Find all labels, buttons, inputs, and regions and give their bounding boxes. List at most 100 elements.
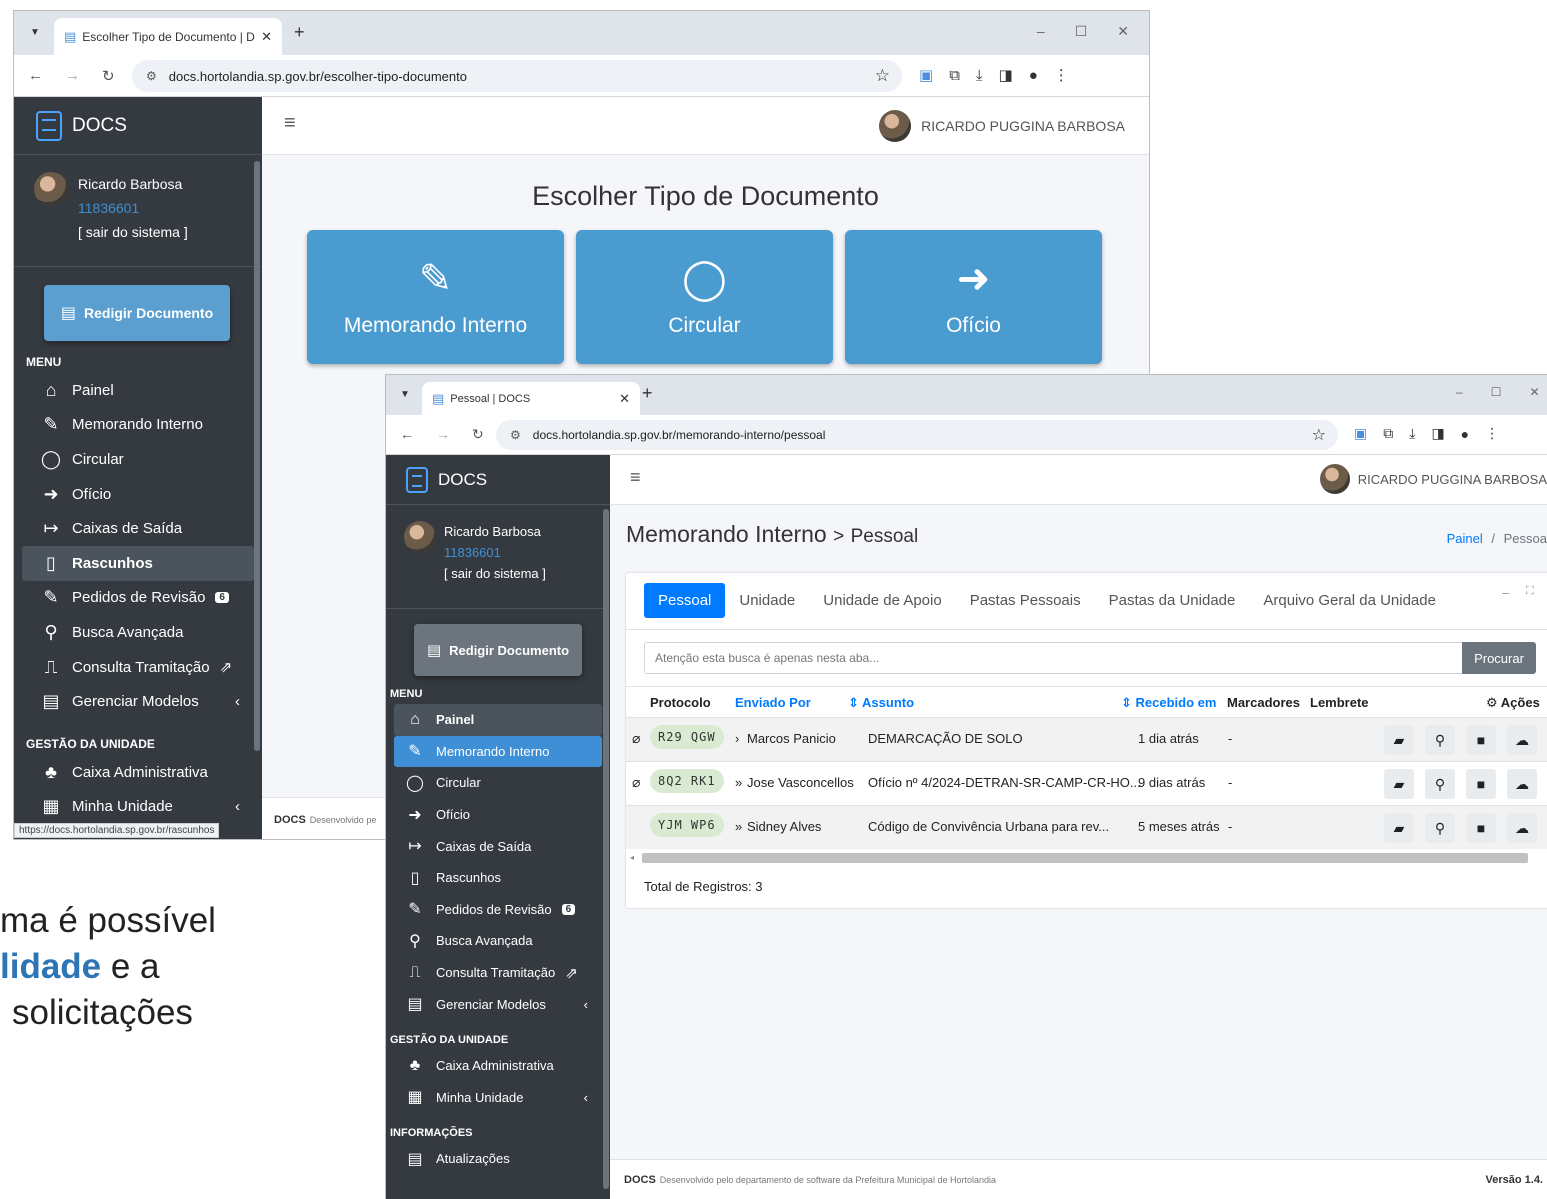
procurar-button[interactable]: Procurar bbox=[1462, 642, 1536, 674]
new-tab-icon-2[interactable]: + bbox=[642, 383, 653, 404]
protocol-badge[interactable]: YJM WP6 bbox=[650, 813, 724, 837]
sidebar-item-caixas-de-saida[interactable]: ↦ Caixas de Saída bbox=[22, 511, 254, 546]
back-icon[interactable]: ← bbox=[28, 67, 43, 85]
sidebar-item-oficio[interactable]: ➜ Ofício bbox=[22, 477, 254, 512]
back-icon-2[interactable]: ← bbox=[400, 426, 414, 443]
bookmark-star-icon-2[interactable]: ☆ bbox=[1312, 425, 1326, 445]
sidebar-item-atualizacoes[interactable]: ▤ Atualizações bbox=[394, 1143, 602, 1175]
card-circular[interactable]: ◯ Circular bbox=[576, 230, 833, 364]
download-icon-2[interactable]: ⤓ bbox=[1409, 425, 1415, 442]
avatar-2[interactable] bbox=[404, 521, 436, 553]
protocol-badge[interactable]: 8Q2 RK1 bbox=[650, 769, 724, 793]
url-field-2[interactable]: ⚙ docs.hortolandia.sp.gov.br/memorando-i… bbox=[496, 420, 1338, 450]
sidebar-item-memorando-interno[interactable]: ✎ Memorando Interno bbox=[394, 735, 602, 768]
logout-link-2[interactable]: [ sair do sistema ] bbox=[444, 563, 546, 584]
sidebar-item-painel[interactable]: ⌂ Painel bbox=[394, 704, 602, 736]
sidebar-item-consulta-tramitacao[interactable]: ⎍ Consulta Tramitação ⇗ bbox=[394, 957, 602, 989]
tab-unidade[interactable]: Unidade bbox=[725, 583, 809, 618]
brand-2[interactable]: DOCS bbox=[386, 455, 610, 505]
site-info-icon-2[interactable]: ⚙ bbox=[510, 428, 521, 442]
collapse-icon[interactable]: – bbox=[1502, 585, 1509, 600]
search-icon[interactable]: ⚲ bbox=[1425, 725, 1455, 755]
reload-icon-2[interactable]: ↻ bbox=[472, 426, 484, 443]
col-marcadores[interactable]: Marcadores bbox=[1227, 695, 1300, 710]
brand[interactable]: DOCS bbox=[14, 97, 262, 155]
user-name[interactable]: Ricardo Barbosa bbox=[78, 172, 188, 196]
url-field[interactable]: ⚙ docs.hortolandia.sp.gov.br/escolher-ti… bbox=[132, 60, 902, 92]
horizontal-scrollbar[interactable] bbox=[642, 853, 1528, 863]
col-enviado-por[interactable]: Enviado Por bbox=[735, 695, 811, 710]
close-tab-icon[interactable]: ✕ bbox=[261, 29, 272, 45]
sidebar-item-busca-avancada[interactable]: ⚲ Busca Avançada bbox=[22, 615, 254, 650]
forward-icon[interactable]: → bbox=[65, 67, 80, 85]
sidebar-item-rascunhos[interactable]: ▯ Rascunhos bbox=[22, 545, 254, 581]
protocol-badge[interactable]: R29 QGW bbox=[650, 725, 724, 749]
tab-search-icon[interactable]: ▼ bbox=[30, 27, 40, 38]
tab-arquivo-geral-da-unidade[interactable]: Arquivo Geral da Unidade bbox=[1249, 583, 1450, 618]
top-user-2[interactable]: RICARDO PUGGINA BARBOSA bbox=[1319, 464, 1547, 494]
sidebar-item-pedidos-de-revisao[interactable]: ✎ Pedidos de Revisão 6 bbox=[22, 581, 254, 616]
minimize-icon-2[interactable]: – bbox=[1456, 385, 1463, 399]
redigir-documento-button-2[interactable]: ▤ Redigir Documento bbox=[414, 624, 582, 676]
sidebar-item-caixa-administrativa[interactable]: ♣ Caixa Administrativa bbox=[394, 1050, 602, 1082]
sidebar-item-memorando-interno[interactable]: ✎ Memorando Interno bbox=[22, 408, 254, 443]
tab-pastas-da-unidade[interactable]: Pastas da Unidade bbox=[1095, 583, 1250, 618]
sidebar-scrollbar-2[interactable] bbox=[603, 509, 609, 1189]
bookmark-star-icon[interactable]: ☆ bbox=[875, 66, 890, 86]
sidebar-item-oficio[interactable]: ➜ Ofício bbox=[394, 799, 602, 831]
profile-icon-2[interactable]: ● bbox=[1461, 426, 1469, 442]
new-tab-icon[interactable]: + bbox=[294, 22, 305, 43]
sidebar-item-busca-avancada[interactable]: ⚲ Busca Avançada bbox=[394, 925, 602, 957]
subject[interactable]: Código de Convivência Urbana para rev... bbox=[868, 819, 1109, 834]
tab-pastas-pessoais[interactable]: Pastas Pessoais bbox=[956, 583, 1095, 618]
sidebar-item-pedidos-de-revisao[interactable]: ✎ Pedidos de Revisão 6 bbox=[394, 894, 602, 926]
search-icon[interactable]: ⚲ bbox=[1425, 813, 1455, 843]
sidebar-item-circular[interactable]: ◯ Circular bbox=[394, 767, 602, 799]
tab-unidade-de-apoio[interactable]: Unidade de Apoio bbox=[809, 583, 955, 618]
menu-kebab-icon[interactable]: ⋮ bbox=[1054, 66, 1069, 84]
sidebar-item-gerenciar-modelos[interactable]: ▤ Gerenciar Modelos ‹ bbox=[22, 684, 254, 719]
card-memo[interactable]: ✎ Memorando Interno bbox=[307, 230, 564, 364]
close-tab-icon-2[interactable]: ✕ bbox=[619, 391, 630, 407]
extensions-icon-2[interactable]: ⧉ bbox=[1383, 425, 1393, 442]
sidebar-item-consulta-tramitacao[interactable]: ⎍ Consulta Tramitação ⇗ bbox=[22, 650, 254, 685]
browser-tab[interactable]: ▤ Escolher Tipo de Documento | D ✕ bbox=[54, 18, 282, 55]
sidepanel-icon-2[interactable]: ◨ bbox=[1431, 425, 1444, 442]
sidepanel-icon[interactable]: ◨ bbox=[999, 66, 1013, 84]
sidebar-item-caixa-administrativa[interactable]: ♣ Caixa Administrativa bbox=[22, 755, 254, 790]
cloud-upload-icon[interactable]: ☁ bbox=[1507, 769, 1537, 799]
sidebar-item-caixas-de-saida[interactable]: ↦ Caixas de Saída bbox=[394, 830, 602, 862]
sidebar-item-gerenciar-modelos[interactable]: ▤ Gerenciar Modelos ‹ bbox=[394, 988, 602, 1020]
redigir-documento-button[interactable]: ▤ Redigir Documento bbox=[44, 285, 230, 341]
profile-icon[interactable]: ● bbox=[1029, 67, 1038, 84]
tab-search-icon-2[interactable]: ▼ bbox=[400, 389, 410, 400]
avatar[interactable] bbox=[34, 172, 68, 206]
close-window-icon-2[interactable]: ✕ bbox=[1529, 385, 1539, 399]
close-window-icon[interactable]: ✕ bbox=[1117, 23, 1129, 40]
card-oficio[interactable]: ➜ Ofício bbox=[845, 230, 1102, 364]
logout-link[interactable]: [ sair do sistema ] bbox=[78, 220, 188, 244]
cloud-upload-icon[interactable]: ☁ bbox=[1507, 725, 1537, 755]
table-row[interactable]: ⌀ R29 QGW › Marcos Panicio DEMARCAÇÃO DE SOL… bbox=[626, 717, 1547, 761]
search-input[interactable]: Atenção esta busca é apenas nesta aba... bbox=[644, 642, 1464, 674]
table-row[interactable]: YJM WP6 » Sidney Alves Código de Convivênci… bbox=[626, 805, 1547, 849]
sidebar-scrollbar[interactable] bbox=[254, 161, 260, 751]
site-info-icon[interactable]: ⚙ bbox=[146, 69, 157, 83]
search-icon[interactable]: ⚲ bbox=[1425, 769, 1455, 799]
maximize-icon[interactable]: ☐ bbox=[1075, 23, 1088, 40]
breadcrumb-painel[interactable]: Painel bbox=[1447, 531, 1483, 546]
note-icon[interactable]: ■ bbox=[1466, 769, 1496, 799]
translate-icon[interactable]: ▣ bbox=[919, 66, 933, 84]
maximize-icon-2[interactable]: ☐ bbox=[1491, 385, 1502, 399]
folder-icon[interactable]: ▰ bbox=[1384, 769, 1414, 799]
extensions-icon[interactable]: ⧉ bbox=[949, 67, 960, 84]
table-row[interactable]: ⌀ 8Q2 RK1 » Jose Vasconcellos Ofício nº 4/20… bbox=[626, 761, 1547, 805]
browser-tab-2[interactable]: ▤ Pessoal | DOCS ✕ bbox=[422, 382, 640, 415]
subject[interactable]: Ofício nº 4/2024-DETRAN-SR-CAMP-CR-HO... bbox=[868, 775, 1141, 790]
col-recebido[interactable]: ⇕ Recebido em bbox=[1121, 695, 1216, 711]
note-icon[interactable]: ■ bbox=[1466, 813, 1496, 843]
cloud-upload-icon[interactable]: ☁ bbox=[1507, 813, 1537, 843]
sidebar-item-minha-unidade[interactable]: ▦ Minha Unidade ‹ bbox=[394, 1082, 602, 1114]
subject[interactable]: DEMARCAÇÃO DE SOLO bbox=[868, 731, 1023, 746]
sidebar-item-circular[interactable]: ◯ Circular bbox=[22, 442, 254, 477]
